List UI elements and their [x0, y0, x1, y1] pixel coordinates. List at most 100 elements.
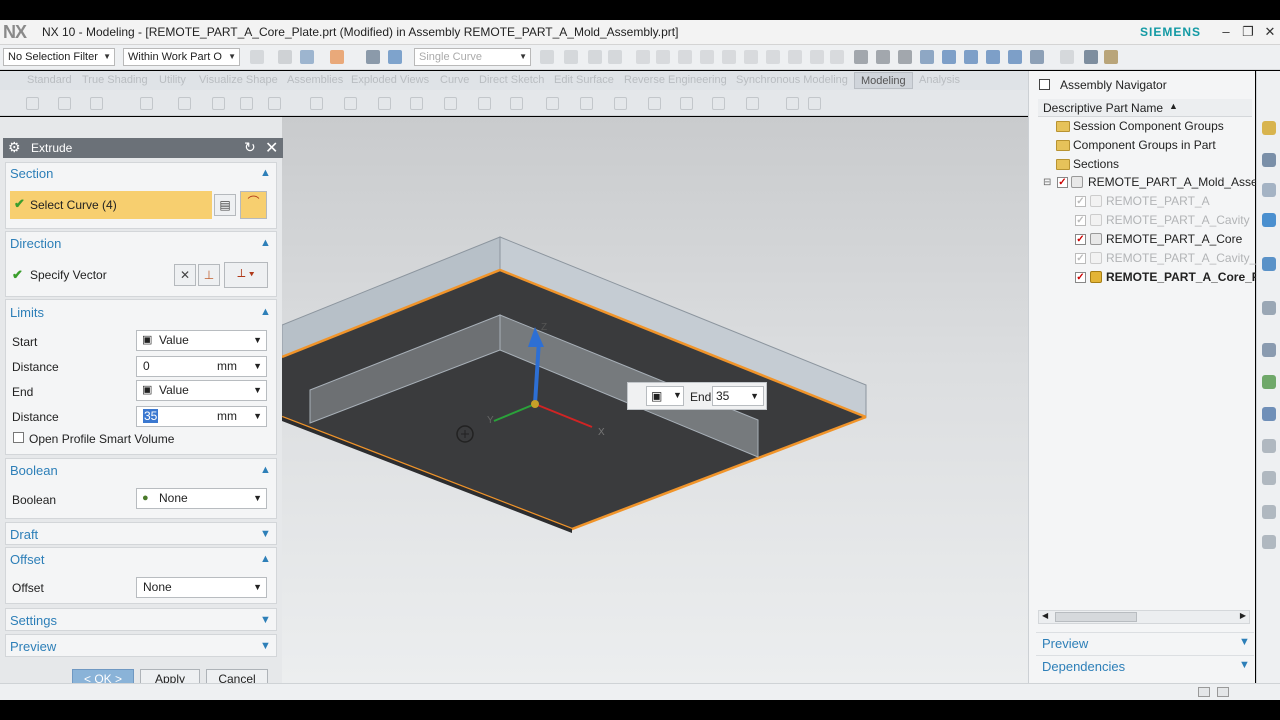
- tool-icon[interactable]: [444, 97, 457, 110]
- tree-item-cavity[interactable]: REMOTE_PART_A_Cavity: [1106, 213, 1250, 227]
- tool-icon[interactable]: [58, 97, 71, 110]
- tool-icon[interactable]: [178, 97, 191, 110]
- layout-icon[interactable]: [1262, 535, 1276, 549]
- system-scenes-icon[interactable]: [1262, 471, 1276, 485]
- tab-utility[interactable]: Utility: [159, 74, 186, 86]
- tool-icon[interactable]: [140, 97, 153, 110]
- part-navigator-icon[interactable]: [1262, 121, 1276, 135]
- tab-reverse-engineering[interactable]: Reverse Engineering: [624, 74, 727, 86]
- horizontal-scrollbar[interactable]: ◀ ▶: [1038, 610, 1250, 624]
- tab-curve[interactable]: Curve: [440, 74, 469, 86]
- tool-icon[interactable]: [478, 97, 491, 110]
- tool-icon[interactable]: [580, 97, 593, 110]
- window-icon[interactable]: [1104, 50, 1118, 64]
- scroll-right-icon[interactable]: ▶: [1240, 611, 1246, 620]
- boolean-dropdown[interactable]: ● None ▼: [136, 488, 267, 509]
- tree-item-component-groups[interactable]: Component Groups in Part: [1073, 138, 1216, 152]
- visibility-checkbox[interactable]: ✓: [1075, 234, 1086, 245]
- line-snap-icon[interactable]: [636, 50, 650, 64]
- visibility-checkbox[interactable]: ✓: [1075, 272, 1086, 283]
- direction-header[interactable]: Direction: [10, 236, 61, 251]
- point-snap-icon[interactable]: [722, 50, 736, 64]
- curve-tool-icon[interactable]: [540, 50, 554, 64]
- tab-modeling[interactable]: Modeling: [854, 72, 913, 89]
- point-snap-icon[interactable]: [810, 50, 824, 64]
- curve-tool-icon[interactable]: [588, 50, 602, 64]
- navigator-dependencies-group[interactable]: Dependencies ▼: [1036, 655, 1254, 676]
- boolean-header[interactable]: Boolean: [10, 463, 58, 478]
- tab-edit-surface[interactable]: Edit Surface: [554, 74, 614, 86]
- tree-item-core[interactable]: REMOTE_PART_A_Core: [1106, 232, 1242, 246]
- tab-assemblies[interactable]: Assemblies: [287, 74, 343, 86]
- tool-icon[interactable]: [90, 97, 103, 110]
- document-icon[interactable]: [1262, 505, 1276, 519]
- assembly-tool-icon[interactable]: [964, 50, 978, 64]
- constraint-navigator-icon[interactable]: [1262, 183, 1276, 197]
- tree-item-session-groups[interactable]: Session Component Groups: [1073, 119, 1224, 133]
- tree-item-part-a[interactable]: REMOTE_PART_A: [1106, 194, 1210, 208]
- chevron-down-icon[interactable]: ▼: [260, 614, 271, 626]
- tool-icon[interactable]: [410, 97, 423, 110]
- tab-standard[interactable]: Standard: [27, 74, 72, 86]
- preview-header[interactable]: Preview: [10, 639, 56, 654]
- navigator-pin-icon[interactable]: [1039, 79, 1050, 90]
- roles-icon[interactable]: [1262, 439, 1276, 453]
- gear-icon[interactable]: ⚙: [8, 139, 21, 156]
- chevron-up-icon[interactable]: ▲: [260, 167, 271, 179]
- minimize-icon[interactable]: –: [1216, 22, 1236, 42]
- tool-icon[interactable]: [648, 97, 661, 110]
- visibility-checkbox[interactable]: ✓: [1075, 253, 1086, 264]
- line-snap-icon[interactable]: [656, 50, 670, 64]
- curve-tool-icon[interactable]: [608, 50, 622, 64]
- collapse-icon[interactable]: ⊟: [1043, 177, 1051, 188]
- status-icon[interactable]: [1198, 687, 1210, 697]
- assembly-navigator-icon[interactable]: [1262, 153, 1276, 167]
- visibility-checkbox[interactable]: ✓: [1075, 196, 1086, 207]
- filter-icon[interactable]: [300, 50, 314, 64]
- start-distance-input[interactable]: 0 mm ▼: [136, 356, 267, 377]
- curve-rule-dropdown[interactable]: Single Curve ▼: [414, 48, 531, 66]
- tool-icon[interactable]: [546, 97, 559, 110]
- assembly-tool-icon[interactable]: [942, 50, 956, 64]
- tool-icon[interactable]: [510, 97, 523, 110]
- clock-icon[interactable]: [1262, 343, 1276, 357]
- chevron-down-icon[interactable]: ▼: [260, 528, 271, 540]
- tool-icon[interactable]: [344, 97, 357, 110]
- offset-header[interactable]: Offset: [10, 552, 44, 567]
- tool-icon[interactable]: [240, 97, 253, 110]
- limits-header[interactable]: Limits: [10, 305, 44, 320]
- snap-toggle-icon[interactable]: [898, 50, 912, 64]
- close-window-icon[interactable]: ✕: [1260, 22, 1280, 42]
- settings-header[interactable]: Settings: [10, 613, 57, 628]
- scrollbar-thumb[interactable]: [1055, 612, 1137, 622]
- process-studio-icon[interactable]: [1262, 407, 1276, 421]
- tool-icon[interactable]: [614, 97, 627, 110]
- tab-exploded-views[interactable]: Exploded Views: [351, 74, 429, 86]
- navigator-preview-group[interactable]: Preview ▼: [1036, 632, 1254, 653]
- line-snap-icon[interactable]: [678, 50, 692, 64]
- tool-icon[interactable]: [808, 97, 821, 110]
- tool-icon[interactable]: [212, 97, 225, 110]
- snap-icon[interactable]: [250, 50, 264, 64]
- snap-toggle-icon[interactable]: [854, 50, 868, 64]
- draft-header[interactable]: Draft: [10, 527, 38, 542]
- tool-icon[interactable]: [26, 97, 39, 110]
- tool-icon[interactable]: [712, 97, 725, 110]
- restore-icon[interactable]: ❐: [1238, 22, 1258, 42]
- column-header[interactable]: Descriptive Part Name ▲: [1038, 99, 1252, 117]
- chevron-up-icon[interactable]: ▲: [260, 553, 271, 565]
- solid-body-icon[interactable]: [388, 50, 402, 64]
- point-snap-icon[interactable]: [744, 50, 758, 64]
- start-type-dropdown[interactable]: ▣ Value ▼: [136, 330, 267, 351]
- offset-dropdown[interactable]: None ▼: [136, 577, 267, 598]
- chevron-up-icon[interactable]: ▲: [260, 237, 271, 249]
- chevron-up-icon[interactable]: ▲: [260, 464, 271, 476]
- scroll-left-icon[interactable]: ◀: [1042, 611, 1048, 620]
- end-type-dropdown[interactable]: ▣ ▼: [646, 386, 684, 406]
- chevron-down-icon[interactable]: ▼: [260, 640, 271, 652]
- snap-toggle-icon[interactable]: [876, 50, 890, 64]
- end-type-dropdown[interactable]: ▣ Value ▼: [136, 380, 267, 401]
- vector-dialog-button[interactable]: ⊥: [198, 264, 220, 286]
- open-profile-checkbox[interactable]: [13, 432, 24, 443]
- selection-filter-dropdown[interactable]: No Selection Filter ▼: [3, 48, 115, 66]
